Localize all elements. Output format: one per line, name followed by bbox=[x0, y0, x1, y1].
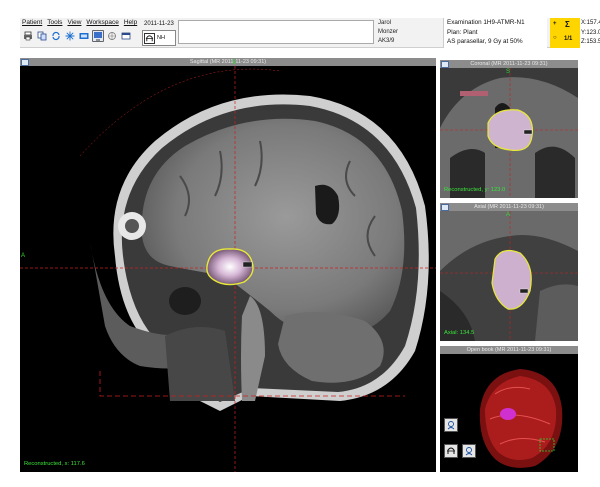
examination-label: Examination 1H9-ATMR-N1 bbox=[447, 19, 525, 26]
patient-info: Jarol Monzer AK3/9 bbox=[378, 19, 440, 46]
anterior-label: A bbox=[506, 212, 511, 218]
screen-icon[interactable] bbox=[92, 30, 104, 42]
coronal-title: Coronal (MR 2011-11-23 09:31) bbox=[440, 60, 578, 68]
3d-render[interactable] bbox=[440, 354, 578, 472]
print-icon[interactable] bbox=[22, 30, 34, 42]
plan-info: Examination 1H9-ATMR-N1 Plan: Plant AS p… bbox=[443, 18, 547, 48]
menu-patient[interactable]: Patient bbox=[22, 19, 42, 26]
sagittal-status: Reconstructed, x: 117.6 bbox=[24, 461, 85, 467]
head-frame-icon bbox=[144, 32, 155, 44]
pin-icon[interactable] bbox=[21, 59, 29, 66]
menu-view[interactable]: View bbox=[67, 19, 81, 26]
window-icon[interactable] bbox=[120, 30, 132, 42]
sync-icon[interactable] bbox=[50, 30, 62, 42]
patient-first-name: Jarol bbox=[378, 20, 392, 26]
session-label: NH bbox=[157, 35, 165, 41]
coronal-viewport[interactable]: Coronal (MR 2011-11-23 09:31) S Reconstr… bbox=[440, 60, 578, 198]
patient-last-name: Monzer bbox=[378, 29, 399, 35]
3d-render-area[interactable] bbox=[440, 354, 578, 472]
crosshair-toggle[interactable]: + bbox=[553, 21, 557, 27]
coord-x: X:157.4 bbox=[581, 20, 600, 26]
sagittal-viewport[interactable]: Sagittal (MR 2011-11-23 09:31) S A Recon… bbox=[20, 58, 436, 472]
frame-view-button[interactable] bbox=[444, 444, 458, 458]
menu-workspace[interactable]: Workspace bbox=[86, 19, 118, 26]
pin-icon[interactable] bbox=[441, 204, 449, 211]
sagittal-title: Sagittal (MR 2011-11-23 09:31) bbox=[20, 58, 436, 66]
snowflake-icon[interactable] bbox=[64, 30, 76, 42]
axial-title: Axial (MR 2011-11-23 09:31) bbox=[440, 203, 578, 211]
axial-viewport[interactable]: Axial (MR 2011-11-23 09:31) A Axial: 134… bbox=[440, 203, 578, 341]
superior-label: S bbox=[506, 69, 511, 75]
coronal-status: Reconstructed, y: 123.0 bbox=[444, 187, 506, 193]
layout-icon[interactable] bbox=[78, 30, 90, 42]
menu-bar: Patient Tools View Workspace Help bbox=[22, 19, 137, 26]
plan-name: Plan: Plant bbox=[447, 28, 478, 36]
menu-help[interactable]: Help bbox=[124, 19, 137, 26]
toolbar-icon-row bbox=[22, 30, 132, 42]
menu-tools[interactable]: Tools bbox=[47, 19, 62, 26]
pin-icon[interactable] bbox=[441, 61, 449, 68]
coord-y: Y:123.0 bbox=[581, 29, 600, 36]
patient-id: AK3/9 bbox=[378, 38, 395, 44]
circle-icon[interactable]: ○ bbox=[553, 35, 557, 41]
patient-view-button[interactable] bbox=[444, 418, 458, 432]
comment-field[interactable] bbox=[178, 20, 374, 44]
sum-icon[interactable]: Σ bbox=[565, 20, 570, 29]
head-view-button[interactable] bbox=[462, 444, 476, 458]
anterior-label: A bbox=[21, 253, 26, 259]
dose-panel[interactable]: + Σ ○ 1/1 bbox=[550, 18, 580, 48]
coronal-image[interactable] bbox=[440, 68, 578, 198]
axial-status: Axial: 134.5 bbox=[444, 330, 475, 336]
axial-image[interactable] bbox=[440, 211, 578, 341]
main-toolbar: Patient Tools View Workspace Help 2011-1… bbox=[20, 18, 600, 48]
session-selector[interactable]: NH bbox=[142, 30, 176, 46]
coordinate-readout: X:157.4 Y:123.0 Z:153.5 bbox=[581, 19, 600, 48]
fraction-label: 1/1 bbox=[564, 36, 573, 42]
superior-label: S bbox=[232, 60, 237, 66]
3d-viewport[interactable]: Open book (MR 2011-11-23 09:31) bbox=[440, 346, 578, 472]
prescription-label: AS parasellar, 9 Gy at 50% bbox=[447, 38, 523, 45]
copy-icon[interactable] bbox=[36, 30, 48, 42]
coord-z: Z:153.5 bbox=[581, 39, 600, 45]
sagittal-image[interactable] bbox=[20, 66, 436, 472]
3d-title: Open book (MR 2011-11-23 09:31) bbox=[440, 346, 578, 354]
target-icon[interactable] bbox=[106, 30, 118, 42]
date-field: 2011-11-23 bbox=[144, 21, 174, 27]
